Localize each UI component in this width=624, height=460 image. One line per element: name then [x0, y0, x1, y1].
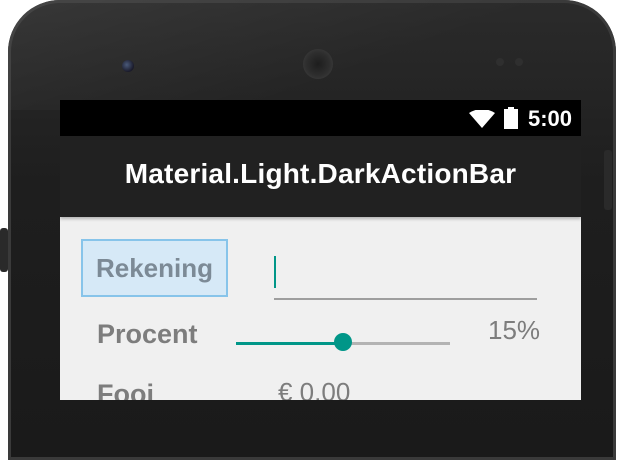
status-time: 5:00	[527, 106, 572, 131]
bill-input[interactable]	[274, 254, 537, 300]
light-sensor-icon	[515, 58, 523, 66]
tip-value: € 0,00	[278, 377, 351, 400]
percent-slider-fill	[236, 342, 343, 345]
tip-form: Rekening Procent 15% Fooi € 0,00	[60, 217, 581, 400]
wifi-icon	[469, 110, 495, 128]
power-button	[0, 228, 8, 272]
bill-button[interactable]: Rekening	[81, 239, 228, 297]
front-camera-icon	[122, 60, 134, 72]
percent-label: Procent	[97, 319, 198, 349]
bill-input-underline	[274, 298, 537, 300]
speaker-grille-icon	[303, 49, 333, 79]
tip-label: Fooi	[97, 379, 154, 400]
action-bar-title: Material.Light.DarkActionBar	[124, 158, 517, 189]
status-bar: 5:00	[60, 100, 581, 136]
screen: 5:00 Material.Light.DarkActionBar Rekeni…	[60, 100, 581, 400]
battery-icon	[504, 107, 518, 129]
proximity-sensor-icon	[496, 58, 504, 66]
text-cursor	[274, 256, 276, 288]
percent-value: 15%	[488, 315, 541, 345]
volume-button	[604, 150, 612, 210]
action-bar: Material.Light.DarkActionBar	[60, 136, 581, 217]
percent-slider-thumb[interactable]	[334, 333, 352, 351]
